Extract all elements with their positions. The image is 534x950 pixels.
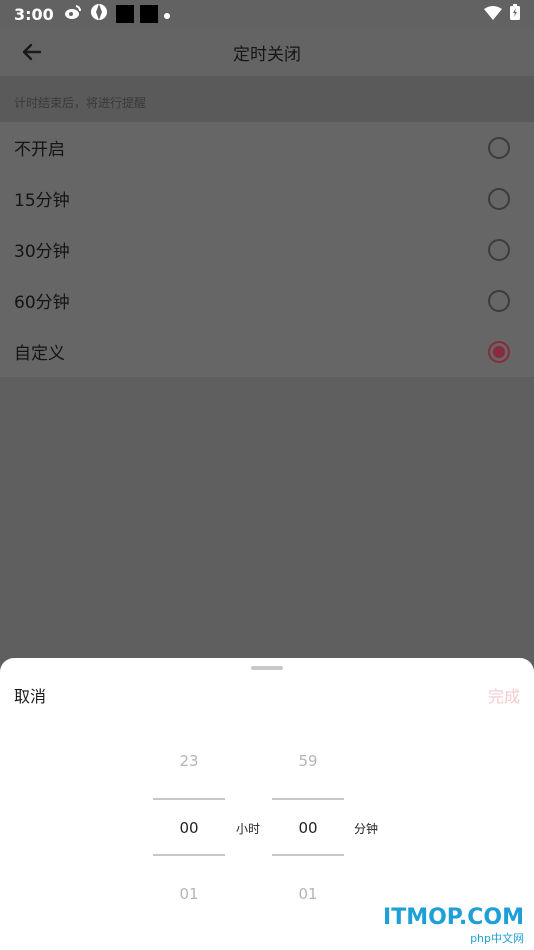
cancel-button[interactable]: 取消 [14,683,46,707]
hour-wheel[interactable]: 23 00 01 [153,658,225,950]
option-custom[interactable]: 自定义 [0,326,534,377]
hour-prev[interactable]: 23 [153,752,225,770]
timer-options-list: 不开启 15分钟 30分钟 60分钟 自定义 [0,122,534,377]
site-watermark: ITMOP.COM php中文网 [383,905,524,946]
watermark-sub: php中文网 [470,932,524,945]
option-label: 不开启 [14,140,65,160]
notification-icon [115,5,134,23]
option-15-min[interactable]: 15分钟 [0,173,534,224]
status-time: 3:00 [14,4,54,24]
radio-button[interactable] [488,289,510,312]
selection-line-top [272,798,344,800]
selection-line-bottom [153,854,225,856]
battery-icon [510,4,520,24]
radio-button[interactable] [488,187,510,210]
page-title: 定时关闭 [233,44,301,65]
aperture-icon [90,3,108,25]
wifi-icon [484,5,502,24]
option-label: 60分钟 [14,293,70,313]
radio-button-selected[interactable] [488,340,510,363]
weibo-icon [64,4,82,24]
selection-line-bottom [272,854,344,856]
option-label: 30分钟 [14,242,70,262]
status-bar: 3:00 [0,0,534,28]
selection-line-top [153,798,225,800]
option-30-min[interactable]: 30分钟 [0,224,534,275]
minute-wheel[interactable]: 59 00 01 [272,658,344,950]
radio-button[interactable] [488,136,510,159]
back-arrow-icon[interactable] [18,38,46,66]
option-60-min[interactable]: 60分钟 [0,275,534,326]
notification-icon [139,5,158,23]
minute-unit: 分钟 [354,822,379,836]
option-label: 15分钟 [14,191,70,211]
watermark-brand: ITMOP.COM [383,905,524,930]
option-label: 自定义 [14,344,65,364]
minute-selected[interactable]: 00 [272,819,344,837]
app-bar: 定时关闭 [0,28,534,76]
option-off[interactable]: 不开启 [0,122,534,173]
more-notifications-icon [163,5,170,23]
minute-prev[interactable]: 59 [272,752,344,770]
done-button[interactable]: 完成 [488,683,520,707]
hour-selected[interactable]: 00 [153,819,225,837]
minute-next[interactable]: 01 [272,885,344,903]
hour-unit: 小时 [236,822,261,836]
time-picker-sheet: 取消 完成 23 00 01 小时 59 00 01 分钟 ITMOP.COM … [0,658,534,950]
radio-button[interactable] [488,238,510,261]
hour-next[interactable]: 01 [153,885,225,903]
timer-hint: 计时结束后，将进行提醒 [0,76,534,122]
